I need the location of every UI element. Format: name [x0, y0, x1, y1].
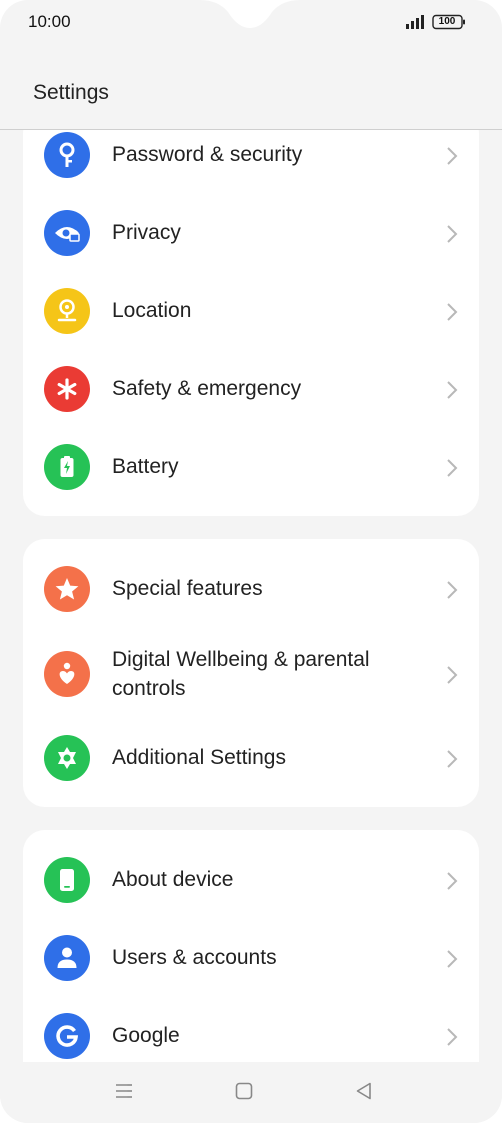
- chevron-right-icon: [447, 381, 458, 399]
- settings-group-features: Special features Digital Wellbeing & par…: [23, 539, 479, 807]
- settings-item-label: Privacy: [112, 221, 181, 244]
- settings-item-label: Safety & emergency: [112, 377, 302, 400]
- settings-item-battery[interactable]: Battery: [23, 428, 479, 506]
- settings-item-label: Digital Wellbeing & parental controls: [112, 648, 370, 700]
- settings-item-about-device[interactable]: About device: [23, 841, 479, 919]
- chevron-right-icon: [447, 1028, 458, 1046]
- settings-item-label: Additional Settings: [112, 746, 286, 769]
- settings-item-label: Password & security: [112, 143, 303, 166]
- chevron-right-icon: [447, 303, 458, 321]
- settings-item-label: Location: [112, 299, 192, 322]
- star-icon: [44, 566, 90, 612]
- location-pin-icon: [44, 288, 90, 334]
- home-icon[interactable]: [233, 1080, 255, 1102]
- settings-item-digital-wellbeing[interactable]: Digital Wellbeing & parental controls: [23, 635, 479, 713]
- chevron-right-icon: [447, 950, 458, 968]
- camera-notch: [200, 0, 300, 28]
- settings-item-label: Battery: [112, 455, 179, 478]
- settings-item-google[interactable]: Google: [23, 997, 479, 1062]
- status-time: 10:00: [28, 12, 71, 31]
- chevron-right-icon: [447, 459, 458, 477]
- chevron-right-icon: [447, 750, 458, 768]
- settings-item-label: Special features: [112, 577, 263, 600]
- settings-item-users-accounts[interactable]: Users & accounts: [23, 919, 479, 997]
- privacy-eye-lock-icon: [44, 210, 90, 256]
- wellbeing-heart-icon: [44, 651, 90, 697]
- settings-list[interactable]: Password & security Privacy Location Saf…: [0, 130, 502, 1062]
- phone-screen: 10:00 100 Settings Password & security P…: [0, 0, 502, 1123]
- settings-item-label: Google: [112, 1024, 180, 1047]
- menu-icon[interactable]: [113, 1080, 135, 1102]
- settings-group-system: About device Users & accounts Google: [23, 830, 479, 1062]
- battery-level: 100: [438, 16, 456, 27]
- navigation-bar: [0, 1062, 502, 1123]
- signal-icon: [406, 15, 424, 29]
- status-bar: 10:00 100: [0, 0, 502, 46]
- settings-item-location[interactable]: Location: [23, 272, 479, 350]
- settings-item-password-security[interactable]: Password & security: [23, 130, 479, 194]
- settings-group-security: Password & security Privacy Location Saf…: [23, 130, 479, 516]
- chevron-right-icon: [447, 147, 458, 165]
- gear-icon: [44, 735, 90, 781]
- settings-item-label: Users & accounts: [112, 946, 277, 969]
- chevron-right-icon: [447, 225, 458, 243]
- chevron-right-icon: [447, 872, 458, 890]
- chevron-right-icon: [447, 666, 458, 684]
- settings-item-special-features[interactable]: Special features: [23, 550, 479, 628]
- settings-item-privacy[interactable]: Privacy: [23, 194, 479, 272]
- phone-device-icon: [44, 857, 90, 903]
- page-title: Settings: [33, 81, 109, 104]
- asterisk-icon: [44, 366, 90, 412]
- user-icon: [44, 935, 90, 981]
- settings-item-additional-settings[interactable]: Additional Settings: [23, 719, 479, 797]
- back-icon[interactable]: [353, 1080, 375, 1102]
- chevron-right-icon: [447, 581, 458, 599]
- battery-icon: [44, 444, 90, 490]
- google-icon: [44, 1013, 90, 1059]
- app-header: Settings: [0, 46, 502, 130]
- key-icon: [44, 132, 90, 178]
- settings-item-label: About device: [112, 868, 234, 891]
- settings-item-safety-emergency[interactable]: Safety & emergency: [23, 350, 479, 428]
